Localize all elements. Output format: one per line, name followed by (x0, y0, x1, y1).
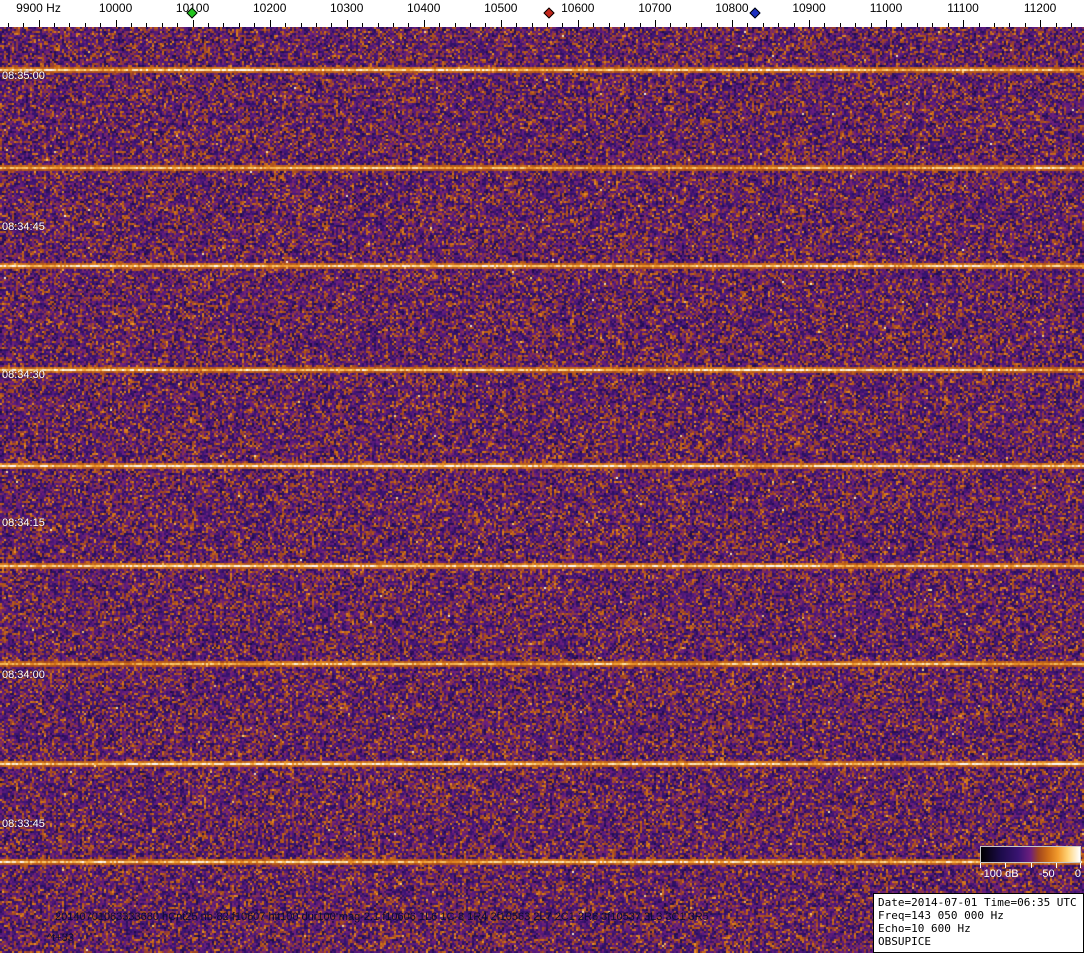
meteor-spectrogram-window: 9900 Hz100001010010200103001040010500106… (0, 0, 1084, 953)
info-date-time: Date=2014-07-01 Time=06:35 UTC (878, 896, 1077, 909)
freq-major-tick (115, 20, 117, 27)
freq-tick-label: 10900 (792, 1, 826, 15)
freq-major-tick (654, 20, 656, 27)
db-label-min: -100 dB (980, 868, 1019, 880)
freq-major-tick (1040, 20, 1042, 27)
time-tick-label: 08:34:00 (2, 669, 45, 681)
freq-tick-label: 11100 (947, 1, 979, 15)
freq-major-tick (500, 20, 502, 27)
freq-marker-blue-diamond-icon[interactable] (748, 7, 761, 19)
event-metadata-text: 20140701063333680 hCnt25 nb-82 f10607 hi… (55, 911, 709, 923)
freq-major-tick (963, 20, 964, 27)
freq-major-tick (192, 20, 194, 27)
time-tick-label: 08:33:45 (2, 818, 45, 830)
time-tick-label: 08:34:45 (2, 221, 45, 233)
db-tick (1005, 863, 1007, 868)
freq-tick-label: 10700 (638, 1, 672, 15)
info-echo-frequency: Echo=10 600 Hz (878, 922, 971, 935)
freq-tick-label: 11200 (1023, 1, 1057, 15)
freq-major-tick (346, 20, 348, 27)
freq-major-tick (269, 20, 271, 27)
cursor-readout-text: ^t+33 (47, 932, 74, 944)
db-label-max: 0 (1074, 868, 1081, 880)
freq-major-tick (38, 20, 40, 27)
db-label-mid: -50 (1038, 868, 1055, 880)
freq-tick-label: 11000 (869, 1, 903, 15)
observation-info-box: Date=2014-07-01 Time=06:35 UTC Freq=143 … (873, 893, 1084, 953)
db-scale-labels: -100 dB -50 0 (980, 868, 1081, 880)
spectrogram-canvas[interactable] (0, 27, 1084, 953)
freq-tick-label: 10300 (330, 1, 364, 15)
freq-tick-label: 9900 Hz (16, 1, 61, 15)
db-tick (1030, 863, 1032, 868)
freq-major-tick (886, 20, 887, 27)
freq-major-tick (731, 20, 733, 27)
db-scale-legend: -100 dB -50 0 (980, 846, 1081, 880)
info-frequency: Freq=143 050 000 Hz (878, 909, 1004, 922)
freq-major-tick (577, 20, 579, 27)
freq-major-tick (809, 20, 810, 27)
freq-tick-label: 10000 (98, 1, 133, 15)
db-tick (1055, 863, 1057, 868)
freq-tick-label: 10800 (715, 1, 749, 15)
db-scale-ticks (980, 863, 1081, 868)
db-tick (1079, 863, 1081, 868)
db-tick (980, 863, 981, 868)
time-tick-label: 08:34:30 (2, 369, 45, 381)
time-tick-label: 08:34:15 (2, 517, 45, 529)
info-station-name: OBSUPICE (878, 935, 931, 948)
frequency-ruler: 9900 Hz100001010010200103001040010500106… (0, 0, 1084, 27)
freq-tick-label: 10400 (407, 1, 441, 15)
db-gradient-bar (980, 846, 1081, 863)
freq-major-tick (423, 20, 425, 27)
freq-marker-red-diamond-icon[interactable] (543, 7, 555, 19)
freq-tick-label: 10500 (484, 1, 518, 15)
freq-tick-label: 10600 (561, 1, 595, 15)
freq-tick-label: 10200 (253, 1, 287, 15)
time-tick-label: 08:35:00 (2, 70, 45, 82)
